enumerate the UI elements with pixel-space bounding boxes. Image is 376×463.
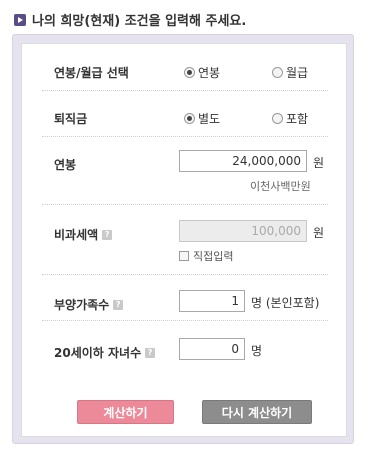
radio-dot[interactable] xyxy=(272,67,283,78)
checkbox-icon[interactable] xyxy=(179,251,189,261)
form-area: 연봉/월급 선택 연봉 월급 퇴직금 별도 포함 연봉 24,000,000 원 xyxy=(21,43,347,437)
radio-annual[interactable]: 연봉 xyxy=(184,64,220,81)
children-input[interactable]: 0 xyxy=(179,338,245,360)
nontaxable-unit: 원 xyxy=(313,226,325,240)
children-unit: 명 xyxy=(251,344,263,358)
children-label: 20세이하 자녀수 ? xyxy=(54,344,156,361)
radio-separate[interactable]: 별도 xyxy=(184,110,220,127)
radio-annual-label: 연봉 xyxy=(198,66,221,80)
divider xyxy=(42,204,328,205)
salary-type-label-text: 연봉/월급 선택 xyxy=(54,66,129,80)
severance-label: 퇴직금 xyxy=(54,110,87,127)
calculate-button[interactable]: 계산하기 xyxy=(77,400,174,424)
radio-dot[interactable] xyxy=(272,113,283,124)
radio-monthly-label: 월급 xyxy=(286,66,309,80)
annual-salary-input[interactable]: 24,000,000 xyxy=(179,150,307,172)
direct-input-label: 직접입력 xyxy=(193,250,234,263)
calculator-panel: 연봉/월급 선택 연봉 월급 퇴직금 별도 포함 연봉 24,000,000 원 xyxy=(12,34,354,444)
divider xyxy=(42,90,328,91)
reset-button[interactable]: 다시 계산하기 xyxy=(202,400,312,424)
divider xyxy=(42,320,328,321)
radio-included[interactable]: 포함 xyxy=(272,110,308,127)
divider xyxy=(42,274,328,275)
annual-salary-label: 연봉 xyxy=(54,156,76,173)
dependents-label-text: 부양가족수 xyxy=(54,298,110,312)
annual-salary-label-text: 연봉 xyxy=(54,158,77,172)
radio-included-label: 포함 xyxy=(286,112,309,126)
section-title: 나의 희망(현재) 조건을 입력해 주세요. xyxy=(32,14,247,29)
nontaxable-input[interactable]: 100,000 xyxy=(179,220,307,242)
dependents-label: 부양가족수 ? xyxy=(54,296,124,313)
dependents-input[interactable]: 1 xyxy=(179,290,245,312)
section-header: 나의 희망(현재) 조건을 입력해 주세요. xyxy=(14,10,246,29)
radio-dot-selected[interactable] xyxy=(184,67,195,78)
help-icon[interactable]: ? xyxy=(145,347,156,358)
radio-separate-label: 별도 xyxy=(198,112,221,126)
divider xyxy=(42,136,328,137)
arrow-bullet-icon xyxy=(14,13,26,26)
radio-monthly[interactable]: 월급 xyxy=(272,64,308,81)
nontaxable-label-text: 비과세액 xyxy=(54,228,99,242)
salary-type-label: 연봉/월급 선택 xyxy=(54,64,129,81)
direct-input-checkbox[interactable]: 직접입력 xyxy=(179,248,233,264)
help-icon[interactable]: ? xyxy=(102,229,113,240)
children-label-text: 20세이하 자녀수 xyxy=(54,346,142,360)
nontaxable-label: 비과세액 ? xyxy=(54,226,113,243)
help-icon[interactable]: ? xyxy=(113,299,124,310)
annual-salary-unit: 원 xyxy=(313,156,325,170)
radio-dot-selected[interactable] xyxy=(184,113,195,124)
annual-salary-korean-amount: 이천사백만원 xyxy=(250,180,311,193)
severance-label-text: 퇴직금 xyxy=(54,112,88,126)
dependents-unit: 명 (본인포함) xyxy=(251,296,320,310)
